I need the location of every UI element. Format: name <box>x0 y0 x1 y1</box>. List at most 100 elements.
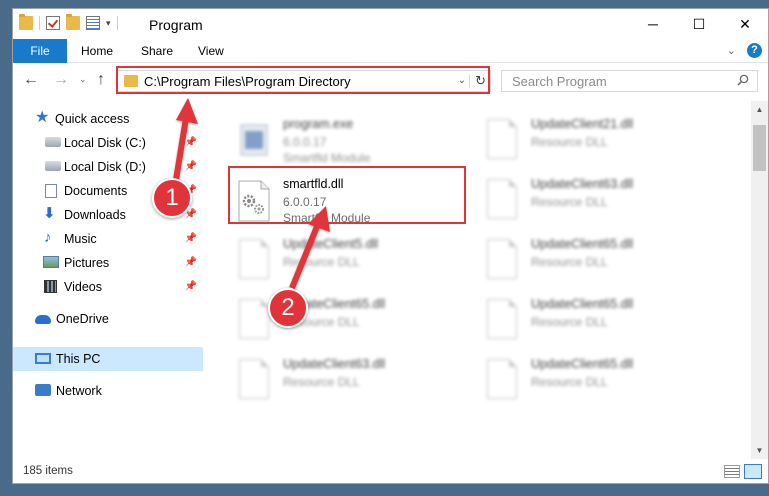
sidebar-item-this-pc[interactable]: This PC <box>13 347 203 371</box>
sidebar-item-label: Music <box>64 232 97 246</box>
dll-file-icon <box>483 239 521 283</box>
folder-icon <box>19 14 33 30</box>
tiles-view-button[interactable] <box>744 464 762 479</box>
new-folder-icon[interactable] <box>66 14 80 30</box>
sidebar-item-quick-access[interactable]: ★ Quick access <box>13 107 203 131</box>
file-name: UpdateClient5.dll <box>283 237 379 251</box>
sidebar-item-label: Pictures <box>64 256 110 270</box>
sidebar-item-label: Videos <box>64 280 102 294</box>
dll-file-icon <box>235 239 273 283</box>
file-item[interactable]: UpdateClient65.dll Resource DLL <box>477 353 707 413</box>
sidebar-item-network[interactable]: Network <box>13 379 203 403</box>
pin-icon[interactable]: 📌 <box>185 161 197 172</box>
search-input[interactable]: Search Program <box>501 70 758 92</box>
computer-icon <box>35 353 51 364</box>
documents-icon <box>45 184 57 198</box>
minimize-button[interactable]: ─ <box>630 9 676 39</box>
music-icon: ♪ <box>44 229 52 246</box>
sidebar-item-local-disk-d[interactable]: Local Disk (D:) 📌 <box>13 155 203 179</box>
pin-icon[interactable]: 📌 <box>185 233 197 244</box>
properties-check-icon[interactable] <box>46 16 60 30</box>
maximize-button[interactable]: ☐ <box>676 9 722 39</box>
file-description: Resource DLL <box>531 135 608 149</box>
file-item[interactable]: program.exe 6.0.0.17 Smartfld Module <box>229 113 459 173</box>
file-item[interactable]: UpdateClient5.dll Resource DLL <box>229 233 459 293</box>
up-button[interactable]: ↑ <box>97 71 105 89</box>
disk-icon <box>45 137 61 147</box>
sidebar-item-videos[interactable]: Videos 📌 <box>13 275 203 299</box>
file-description: Resource DLL <box>283 375 360 389</box>
chevron-down-icon[interactable]: ▾ <box>106 18 111 29</box>
pin-icon[interactable]: 📌 <box>185 137 197 148</box>
sidebar-item-label: Documents <box>64 184 128 198</box>
sidebar-item-label: Local Disk (C:) <box>64 136 146 150</box>
toolbar-divider <box>116 16 118 30</box>
file-description: Resource DLL <box>283 255 360 269</box>
star-icon: ★ <box>35 109 50 126</box>
tab-file[interactable]: File <box>13 39 67 63</box>
quick-access-toolbar: ▾ <box>19 14 118 30</box>
file-item[interactable]: UpdateClient21.dll Resource DLL <box>477 113 707 173</box>
sidebar-item-music[interactable]: ♪ Music 📌 <box>13 227 203 251</box>
pin-icon[interactable]: 📌 <box>185 281 197 292</box>
pin-icon[interactable]: 📌 <box>185 257 197 268</box>
item-count: 185 items <box>23 465 73 477</box>
help-button[interactable]: ? <box>747 43 762 58</box>
file-name: UpdateClient63.dll <box>283 357 386 371</box>
search-icon <box>737 74 749 86</box>
file-item[interactable]: UpdateClient65.dll Resource DLL <box>477 293 707 353</box>
file-item[interactable]: UpdateClient63.dll Resource DLL <box>477 173 707 233</box>
sidebar-item-label: Network <box>56 384 102 398</box>
search-placeholder: Search Program <box>512 74 607 89</box>
file-highlight <box>228 166 466 224</box>
scroll-thumb[interactable] <box>753 125 766 171</box>
dll-file-icon <box>483 119 521 163</box>
expand-ribbon-icon[interactable]: ⌄ <box>727 44 736 57</box>
toolbar-divider <box>39 16 40 30</box>
file-name: UpdateClient65.dll <box>531 357 634 371</box>
file-description: Resource DLL <box>531 315 608 329</box>
sidebar-item-label: Quick access <box>55 112 130 126</box>
file-list: program.exe 6.0.0.17 Smartfld Module Upd… <box>209 101 736 459</box>
scroll-down-button[interactable]: ▼ <box>751 442 768 459</box>
vertical-scrollbar[interactable]: ▲ ▼ <box>751 101 768 459</box>
sidebar-item-label: OneDrive <box>56 312 109 326</box>
forward-button[interactable]: → <box>53 71 69 89</box>
dll-file-icon <box>483 359 521 403</box>
file-item[interactable]: UpdateClient65.dll Resource DLL <box>229 293 459 353</box>
back-button[interactable]: ← <box>23 71 39 89</box>
sidebar-item-pictures[interactable]: Pictures 📌 <box>13 251 203 275</box>
tab-view[interactable]: View <box>186 39 236 63</box>
file-name: UpdateClient63.dll <box>531 177 634 191</box>
file-item[interactable]: UpdateClient65.dll Resource DLL <box>477 233 707 293</box>
details-view-button[interactable] <box>724 465 740 478</box>
step-badge-1: 1 <box>152 178 192 218</box>
window-title: Program <box>149 17 203 33</box>
file-item[interactable]: UpdateClient63.dll Resource DLL <box>229 353 459 413</box>
file-name: UpdateClient65.dll <box>531 297 634 311</box>
file-version: 6.0.0.17 <box>283 135 327 149</box>
recent-locations-button[interactable]: ⌄ <box>79 74 87 85</box>
sidebar-item-label: Downloads <box>64 208 126 222</box>
navigation-pane: ★ Quick access Local Disk (C:) 📌 Local D… <box>13 101 205 459</box>
sidebar-item-onedrive[interactable]: OneDrive <box>13 307 203 331</box>
pictures-icon <box>43 256 59 268</box>
file-name: UpdateClient65.dll <box>531 237 634 251</box>
sidebar-item-label: Local Disk (D:) <box>64 160 146 174</box>
videos-icon <box>44 280 57 293</box>
file-description: Smartfld Module <box>283 151 371 165</box>
sidebar-item-local-disk-c[interactable]: Local Disk (C:) 📌 <box>13 131 203 155</box>
dll-file-icon <box>483 179 521 223</box>
tab-share[interactable]: Share <box>129 39 185 63</box>
file-name: UpdateClient21.dll <box>531 117 634 131</box>
scroll-up-button[interactable]: ▲ <box>751 101 768 118</box>
disk-icon <box>45 161 61 171</box>
downloads-icon: ⬇ <box>43 205 56 222</box>
exe-file-icon <box>240 124 268 156</box>
view-properties-icon[interactable] <box>86 16 100 30</box>
close-button[interactable]: ✕ <box>722 9 768 39</box>
file-description: Resource DLL <box>531 195 608 209</box>
file-name: program.exe <box>283 117 354 131</box>
address-bar-highlight <box>116 66 490 94</box>
tab-home[interactable]: Home <box>69 39 125 63</box>
